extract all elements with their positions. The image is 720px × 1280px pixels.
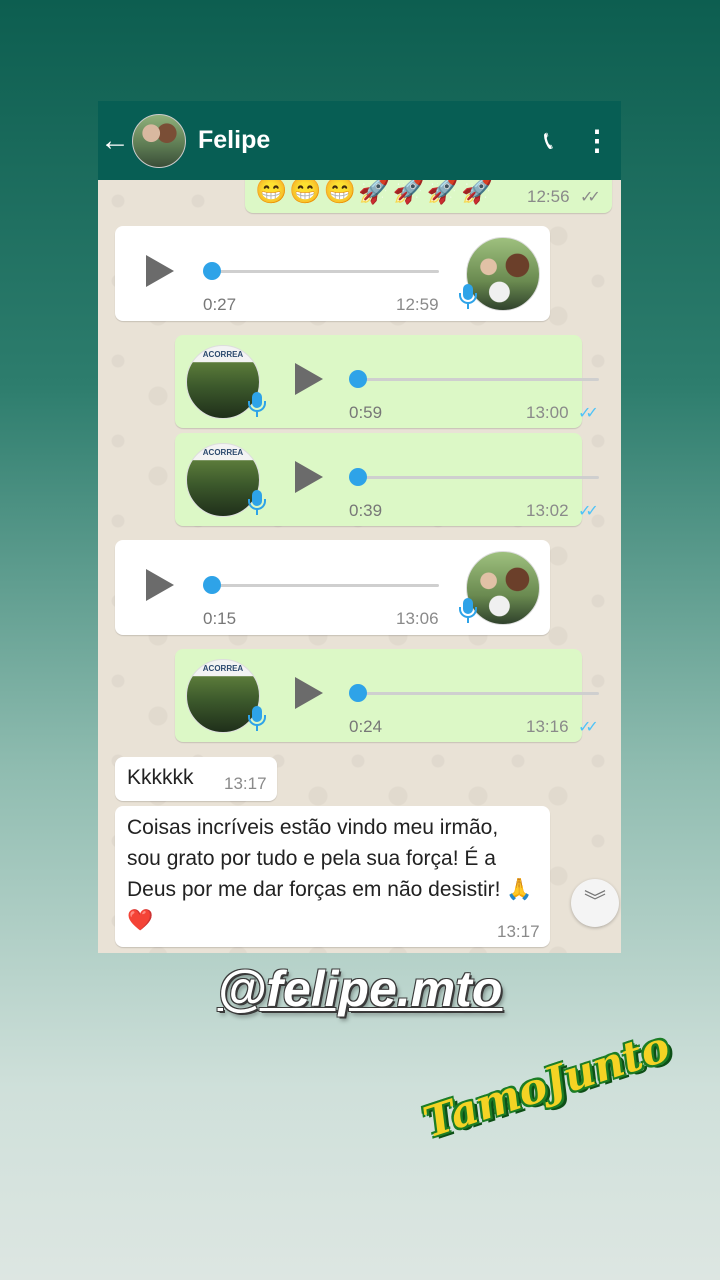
audio-progress-track[interactable] (355, 692, 599, 695)
voice-message-outgoing[interactable]: ACORREA 0:39 13:02 ✓✓ (175, 433, 599, 526)
avatar-logo-text: ACORREA (202, 448, 244, 457)
sender-avatar (466, 237, 540, 311)
whatsapp-screenshot: ← Felipe 📞︎ ⋮ 😁😁😁🚀🚀🚀🚀 12:56 ✓✓ 0:27 12:5… (98, 101, 621, 953)
scroll-down-icon[interactable]: ︾ (571, 879, 619, 927)
audio-seek-knob[interactable] (349, 370, 367, 388)
audio-duration: 0:24 (349, 717, 383, 736)
play-icon[interactable] (295, 677, 323, 709)
voice-message-incoming[interactable]: 0:27 12:59 (115, 226, 550, 321)
voice-message-incoming[interactable]: 0:15 13:06 (115, 540, 550, 635)
audio-duration: 0:59 (349, 403, 383, 422)
instagram-handle-sticker: @felipe.mto (217, 961, 503, 1017)
message-time: 13:02 (526, 501, 569, 520)
microphone-icon (248, 706, 266, 731)
arrow-left-icon[interactable]: ← (100, 125, 130, 156)
message-time: 13:16 (526, 717, 569, 736)
read-ticks-icon: ✓✓ (578, 503, 599, 520)
contact-avatar[interactable] (132, 113, 186, 168)
audio-seek-knob[interactable] (203, 262, 221, 280)
play-icon[interactable] (146, 569, 174, 601)
add-call-icon[interactable]: 📞︎ (544, 125, 553, 157)
read-ticks-icon: ✓✓ (578, 719, 599, 736)
audio-seek-knob[interactable] (349, 468, 367, 486)
audio-duration: 0:39 (349, 501, 383, 520)
message-text: Kkkkkk (127, 766, 194, 789)
message-text: Coisas incríveis estão vindo meu irmão, … (127, 816, 533, 932)
chat-header: ← Felipe 📞︎ ⋮ (98, 101, 621, 180)
microphone-icon (459, 284, 477, 309)
audio-progress-track[interactable] (209, 584, 439, 587)
message-time: 13:17 (497, 922, 540, 941)
tamo-junto-sticker: TamoJunto (417, 1022, 675, 1205)
microphone-icon (248, 490, 266, 515)
audio-duration: 0:15 (203, 609, 237, 628)
audio-progress-track[interactable] (355, 476, 599, 479)
more-vert-icon[interactable]: ⋮ (583, 124, 611, 157)
audio-duration: 0:27 (203, 295, 237, 314)
read-ticks-icon: ✓✓ (578, 405, 599, 422)
sender-avatar (466, 551, 540, 625)
message-time: 13:00 (526, 403, 569, 422)
audio-progress-track[interactable] (209, 270, 439, 273)
audio-progress-track[interactable] (355, 378, 599, 381)
message-time: 13:06 (396, 609, 439, 628)
play-icon[interactable] (295, 461, 323, 493)
audio-seek-knob[interactable] (203, 576, 221, 594)
delivered-ticks-icon: ✓✓ (580, 189, 601, 206)
text-message-incoming[interactable]: Kkkkkk 13:17 (115, 757, 277, 801)
play-icon[interactable] (295, 363, 323, 395)
voice-message-outgoing[interactable]: ACORREA 0:59 13:00 ✓✓ (175, 335, 599, 428)
voice-message-outgoing[interactable]: ACORREA 0:24 13:16 ✓✓ (175, 649, 599, 742)
message-time: 12:56 (527, 187, 570, 206)
sticker-text: TamoJunto (417, 1021, 676, 1148)
avatar-logo-text: ACORREA (202, 664, 244, 673)
play-icon[interactable] (146, 255, 174, 287)
microphone-icon (459, 598, 477, 623)
contact-name[interactable]: Felipe (198, 126, 544, 155)
audio-seek-knob[interactable] (349, 684, 367, 702)
text-message-incoming[interactable]: Coisas incríveis estão vindo meu irmão, … (115, 806, 550, 947)
message-time: 12:59 (396, 295, 439, 314)
message-time: 13:17 (224, 774, 267, 793)
microphone-icon (248, 392, 266, 417)
avatar-logo-text: ACORREA (202, 350, 244, 359)
